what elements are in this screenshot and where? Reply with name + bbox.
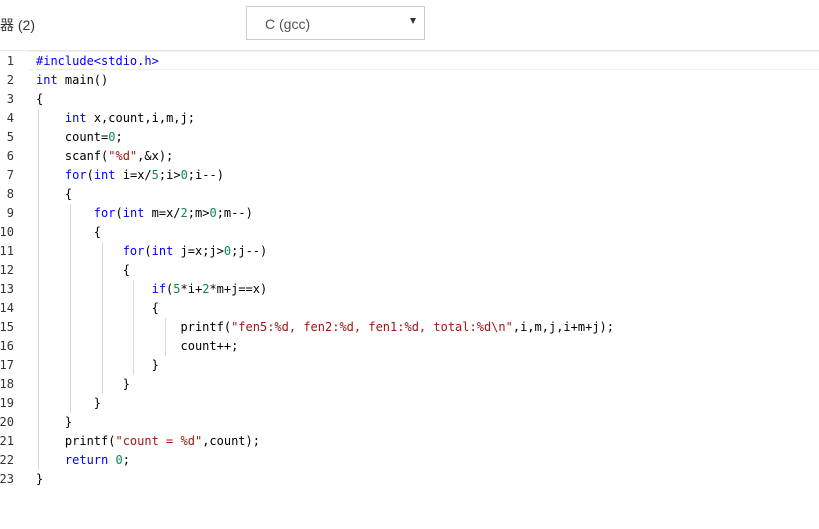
line-number: 6 bbox=[6, 149, 14, 163]
page-title: 器 (2) bbox=[0, 17, 35, 33]
line-number: 11 bbox=[0, 244, 14, 258]
line-number: 12 bbox=[0, 263, 14, 277]
code-line[interactable]: { bbox=[36, 90, 43, 109]
line-number: 21 bbox=[0, 434, 14, 448]
line-number: 23 bbox=[0, 472, 14, 486]
code-line[interactable]: return 0; bbox=[36, 451, 130, 470]
line-number: 10 bbox=[0, 225, 14, 239]
code-line[interactable]: count=0; bbox=[36, 128, 123, 147]
line-number: 17 bbox=[0, 358, 14, 372]
code-line[interactable]: count++; bbox=[36, 337, 238, 356]
code-line[interactable]: for(int j=x;j>0;j--) bbox=[36, 242, 268, 261]
language-select[interactable]: C (gcc) bbox=[246, 6, 425, 40]
line-number: 7 bbox=[6, 168, 14, 182]
code-line[interactable]: int main() bbox=[36, 71, 108, 90]
code-line[interactable]: { bbox=[36, 185, 72, 204]
language-select-value: C (gcc) bbox=[265, 16, 311, 32]
code-line[interactable]: int x,count,i,m,j; bbox=[36, 109, 195, 128]
code-line[interactable]: } bbox=[36, 375, 130, 394]
line-number: 1 bbox=[6, 54, 14, 68]
line-number: 8 bbox=[6, 187, 14, 201]
line-number: 16 bbox=[0, 339, 14, 353]
code-line[interactable]: #include<stdio.h> bbox=[36, 52, 159, 71]
line-number: 20 bbox=[0, 415, 14, 429]
line-number: 18 bbox=[0, 377, 14, 391]
line-number: 3 bbox=[6, 92, 14, 106]
line-number: 2 bbox=[6, 73, 14, 87]
code-line[interactable]: for(int m=x/2;m>0;m--) bbox=[36, 204, 253, 223]
code-line[interactable]: { bbox=[36, 261, 130, 280]
line-number: 9 bbox=[6, 206, 14, 220]
line-number: 15 bbox=[0, 320, 14, 334]
line-number: 19 bbox=[0, 396, 14, 410]
code-editor[interactable]: 1 2 3 4 5 6 7 8 9 10 11 12 13 14 15 16 17 18 19 20 21 22 23 #i… bbox=[0, 51, 819, 529]
code-line[interactable]: } bbox=[36, 470, 43, 489]
code-line[interactable]: { bbox=[36, 223, 101, 242]
code-line[interactable]: { bbox=[36, 299, 159, 318]
code-line[interactable]: } bbox=[36, 356, 159, 375]
code-line[interactable]: if(5*i+2*m+j==x) bbox=[36, 280, 268, 299]
code-line[interactable]: } bbox=[36, 413, 72, 432]
line-number: 4 bbox=[6, 111, 14, 125]
line-number: 13 bbox=[0, 282, 14, 296]
code-line[interactable]: scanf("%d",&x); bbox=[36, 147, 173, 166]
line-number: 22 bbox=[0, 453, 14, 467]
line-number: 5 bbox=[6, 130, 14, 144]
line-number: 14 bbox=[0, 301, 14, 315]
caret-down-icon bbox=[410, 18, 416, 24]
code-line[interactable]: for(int i=x/5;i>0;i--) bbox=[36, 166, 224, 185]
toolbar: 器 (2) C (gcc) bbox=[0, 0, 819, 51]
code-line[interactable]: printf("fen5:%d, fen2:%d, fen1:%d, total… bbox=[36, 318, 614, 337]
code-line[interactable]: } bbox=[36, 394, 101, 413]
code-line[interactable]: printf("count = %d",count); bbox=[36, 432, 260, 451]
line-number-gutter: 1 2 3 4 5 6 7 8 9 10 11 12 13 14 15 16 17 18 19 20 21 22 23 bbox=[0, 51, 28, 529]
